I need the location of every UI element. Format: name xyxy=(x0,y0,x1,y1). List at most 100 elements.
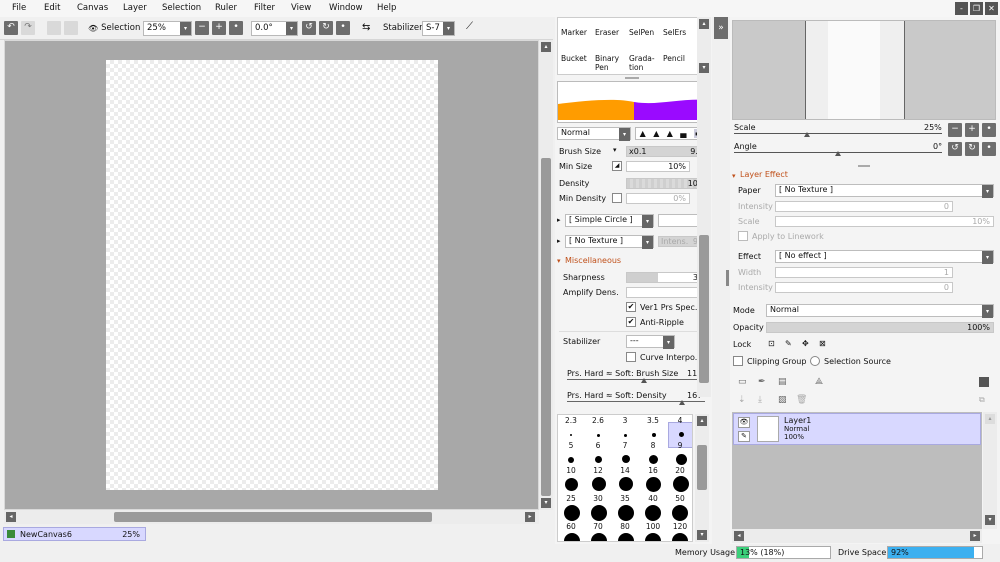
menu-canvas[interactable]: Canvas xyxy=(77,3,108,13)
angle-dropdown[interactable]: 0.0° ▾ xyxy=(251,21,298,36)
brush-dot[interactable] xyxy=(645,533,661,541)
antiripple-checkbox[interactable]: ✔ xyxy=(626,317,636,327)
menu-help[interactable]: Help xyxy=(377,3,396,13)
eye-icon[interactable]: 👁 xyxy=(738,417,750,428)
size-label[interactable]: 5 xyxy=(558,441,584,450)
apply-linework-checkbox[interactable] xyxy=(738,231,748,241)
density-slider[interactable]: 100 xyxy=(626,178,707,189)
nav-zoom-out-icon[interactable]: − xyxy=(948,123,962,137)
brush-dot-10[interactable] xyxy=(568,457,574,463)
brush-dot-9[interactable] xyxy=(679,432,684,437)
rotate-reset-icon[interactable]: • xyxy=(336,21,350,35)
zoom-dropdown[interactable]: 25% ▾ xyxy=(143,21,192,36)
chevron-right-icon[interactable]: ▸ xyxy=(557,237,561,245)
mode-dropdown[interactable]: Normal ▾ xyxy=(766,304,994,318)
size-label[interactable]: 7 xyxy=(612,441,638,450)
brush-dot-40[interactable] xyxy=(646,477,661,492)
nav-angle-handle[interactable] xyxy=(835,151,841,156)
curve-interpo-checkbox[interactable] xyxy=(626,352,636,362)
clipping-group-checkbox[interactable] xyxy=(733,356,743,366)
delete-layer-icon[interactable]: 🗑 xyxy=(796,395,807,405)
misc-stabilizer-dropdown[interactable]: --- ▾ xyxy=(626,335,675,349)
shape-1-icon[interactable]: ▲ xyxy=(640,129,646,138)
invert-selection-icon[interactable] xyxy=(64,21,78,35)
nav-scale-track[interactable] xyxy=(734,133,942,134)
brush-dot-12[interactable] xyxy=(595,456,602,463)
chevron-up-icon[interactable]: ▴ xyxy=(699,19,709,29)
nav-scale-handle[interactable] xyxy=(804,132,810,137)
brush-dot-16[interactable] xyxy=(649,455,658,464)
lock-all-icon[interactable]: ⊠ xyxy=(819,339,826,348)
size-label[interactable]: 3.5 xyxy=(640,416,666,425)
splitter-handle[interactable] xyxy=(858,165,870,167)
tool-gradation[interactable]: Grada- tion xyxy=(629,54,655,72)
blend-mode-dropdown[interactable]: Normal ▾ xyxy=(557,127,631,141)
canvas-area[interactable] xyxy=(4,40,539,510)
merge-down-icon[interactable]: ⤓ xyxy=(758,395,762,405)
canvas-vertical-scrollbar[interactable]: ▴ ▾ xyxy=(539,40,553,510)
brush-shape-dropdown[interactable]: [ Simple Circle ] ▾ xyxy=(565,214,654,228)
sharpness-slider[interactable]: 39 xyxy=(626,272,707,283)
prs-size-handle[interactable] xyxy=(641,378,647,383)
size-label[interactable]: 35 xyxy=(612,494,638,503)
chevron-up-icon[interactable]: ▴ xyxy=(541,42,551,52)
size-label[interactable]: 50 xyxy=(667,494,692,503)
menu-layer[interactable]: Layer xyxy=(123,3,147,13)
selection-source-checkbox[interactable] xyxy=(810,356,820,366)
transfer-down-icon[interactable]: ⇣ xyxy=(738,395,746,405)
size-label[interactable]: 20 xyxy=(667,466,692,475)
brush-dot[interactable] xyxy=(672,533,688,541)
prs-density-handle[interactable] xyxy=(679,400,685,405)
size-label[interactable]: 6 xyxy=(585,441,611,450)
brush-dot[interactable] xyxy=(618,533,634,541)
chevron-right-icon[interactable]: ▸ xyxy=(970,531,980,541)
minimize-button[interactable]: - xyxy=(955,2,968,15)
size-label[interactable]: 12 xyxy=(585,466,611,475)
brush-dot-50[interactable] xyxy=(673,476,689,492)
rotate-right-icon[interactable]: ↻ xyxy=(319,21,333,35)
tool-marker[interactable]: Marker xyxy=(561,28,587,37)
size-label[interactable]: 9 xyxy=(667,441,692,450)
nav-rotate-reset-icon[interactable]: • xyxy=(982,142,996,156)
min-size-toggle[interactable]: ◢ xyxy=(612,161,622,171)
tool-bucket[interactable]: Bucket xyxy=(561,54,587,63)
tool-binary-pen[interactable]: Binary Pen xyxy=(595,54,619,72)
splitter-handle[interactable] xyxy=(625,77,639,79)
chevron-down-icon[interactable]: ▾ xyxy=(557,257,561,265)
size-label[interactable]: 4 xyxy=(667,416,692,425)
selection-toggle[interactable]: 👁 Selection xyxy=(88,23,140,33)
chevron-down-icon[interactable]: ▾ xyxy=(699,63,709,73)
scroll-thumb[interactable] xyxy=(114,512,432,522)
brush-size-slider[interactable]: x0.19.0 xyxy=(626,146,707,157)
size-label[interactable]: 70 xyxy=(585,522,611,531)
size-label[interactable]: 80 xyxy=(612,522,638,531)
redo-icon[interactable]: ↷ xyxy=(21,21,35,35)
size-label[interactable]: 30 xyxy=(585,494,611,503)
brush-dot-25[interactable] xyxy=(565,478,578,491)
new-layer-icon[interactable]: ▭ xyxy=(738,377,747,387)
intensity2-slider[interactable]: 0 xyxy=(775,282,953,293)
deselect-icon[interactable] xyxy=(47,21,61,35)
lock-move-icon[interactable]: ✥ xyxy=(802,339,809,348)
chevron-down-icon[interactable]: ▾ xyxy=(541,498,551,508)
panel-splitter[interactable] xyxy=(726,270,729,286)
brush-dot-100[interactable] xyxy=(645,505,661,521)
fill-layer-icon[interactable]: ⟁ xyxy=(815,377,823,387)
size-label[interactable]: 100 xyxy=(640,522,666,531)
size-label[interactable]: 2.3 xyxy=(558,416,584,425)
scroll-thumb[interactable] xyxy=(541,158,551,496)
pen-icon[interactable]: ✎ xyxy=(738,431,750,442)
chevron-left-icon[interactable]: ◂ xyxy=(734,531,744,541)
lock-paint-icon[interactable]: ✎ xyxy=(785,339,792,348)
close-button[interactable]: ✕ xyxy=(985,2,998,15)
scale-slider[interactable]: 10% xyxy=(775,216,994,227)
chevron-up-icon[interactable]: ▴ xyxy=(697,416,707,426)
navigator-preview[interactable] xyxy=(732,20,996,120)
zoom-in-icon[interactable]: + xyxy=(212,21,226,35)
chevron-up-icon[interactable]: ▴ xyxy=(985,414,995,424)
brush-dot[interactable] xyxy=(591,533,607,541)
brush-dot-35[interactable] xyxy=(619,477,633,491)
size-label[interactable]: 3 xyxy=(612,416,638,425)
shape-4-icon[interactable]: ▄ xyxy=(680,129,686,138)
nav-rotate-left-icon[interactable]: ↺ xyxy=(948,142,962,156)
